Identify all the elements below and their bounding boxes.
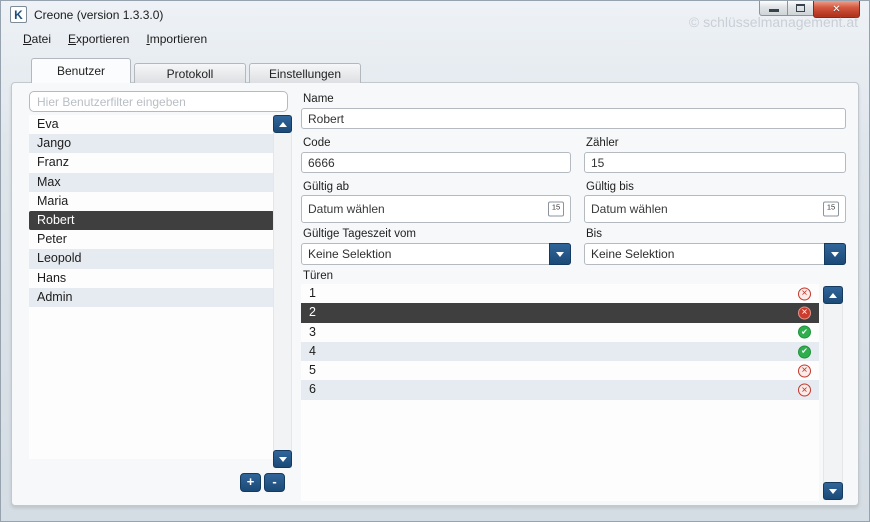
user-list-item[interactable]: Robert (29, 211, 274, 230)
user-list-item[interactable]: Maria (29, 192, 274, 211)
add-user-button[interactable]: + (240, 473, 261, 492)
daytime-from-dropdown[interactable]: Keine Selektion (301, 243, 571, 265)
door-number: 2 (309, 305, 316, 319)
user-list-item[interactable]: Leopold (29, 249, 274, 268)
maximize-icon (796, 4, 805, 12)
door-row[interactable]: 1✕ (301, 284, 819, 303)
doors-list: 1✕2✕3✔4✔5✕6✕ (301, 284, 819, 501)
doors-scroll-down-button[interactable] (823, 482, 843, 500)
chevron-down-icon (831, 252, 839, 257)
menubar: Datei Exportieren Importieren (23, 32, 207, 46)
doors-list-scrollbar[interactable] (823, 286, 843, 500)
code-label: Code (303, 137, 331, 149)
access-granted-icon: ✔ (798, 345, 811, 358)
counter-label: Zähler (586, 137, 619, 149)
tab-einstellungen[interactable]: Einstellungen (249, 63, 361, 83)
calendar-icon-day: 15 (549, 203, 563, 212)
user-list-item[interactable]: Peter (29, 230, 274, 249)
name-label: Name (303, 93, 334, 105)
user-list-scroll-down-button[interactable] (273, 450, 292, 468)
access-denied-icon: ✕ (798, 364, 811, 377)
code-field[interactable] (301, 152, 571, 173)
daytime-from-value: Keine Selektion (308, 247, 391, 261)
arrow-down-icon (279, 457, 287, 462)
doors-label: Türen (303, 270, 333, 282)
valid-from-label: Gültig ab (303, 181, 349, 193)
chevron-down-icon (556, 252, 564, 257)
door-number: 4 (309, 344, 316, 358)
tab-protokoll[interactable]: Protokoll (134, 63, 246, 83)
door-row[interactable]: 4✔ (301, 342, 819, 361)
access-denied-icon: ✕ (798, 306, 811, 319)
valid-to-placeholder: Datum wählen (591, 202, 668, 216)
user-list-item[interactable]: Franz (29, 153, 274, 172)
doors-scroll-up-button[interactable] (823, 286, 843, 304)
calendar-icon-day: 15 (824, 203, 838, 212)
arrow-up-icon (829, 293, 837, 298)
app-icon-letter: K (14, 8, 23, 22)
door-number: 5 (309, 363, 316, 377)
watermark: © schlüsselmanagement.at (689, 14, 858, 30)
calendar-icon[interactable]: 15 (823, 202, 839, 217)
app-window: K Creone (version 1.3.3.0) ✕ © schlüssel… (0, 0, 870, 522)
dropdown-arrow-button[interactable] (549, 243, 571, 265)
calendar-icon[interactable]: 15 (548, 202, 564, 217)
user-list-item[interactable]: Hans (29, 269, 274, 288)
user-list-scroll-up-button[interactable] (273, 115, 292, 133)
user-list-scrollbar[interactable] (273, 115, 292, 468)
close-icon: ✕ (832, 4, 840, 15)
arrow-up-icon (279, 122, 287, 127)
door-row[interactable]: 6✕ (301, 380, 819, 399)
valid-from-placeholder: Datum wählen (308, 202, 385, 216)
menu-item-datei[interactable]: Datei (23, 32, 51, 46)
tab-strip: Benutzer Protokoll Einstellungen (31, 58, 361, 83)
remove-user-button[interactable]: - (264, 473, 285, 492)
user-list-item[interactable]: Admin (29, 288, 274, 307)
door-number: 3 (309, 325, 316, 339)
menu-item-importieren[interactable]: Importieren (146, 32, 207, 46)
user-list: EvaJangoFranzMaxMariaRobertPeterLeopoldH… (29, 115, 274, 459)
daytime-to-value: Keine Selektion (591, 247, 674, 261)
door-row[interactable]: 2✕ (301, 303, 819, 322)
valid-to-datepicker[interactable]: Datum wählen 15 (584, 195, 846, 223)
access-denied-icon: ✕ (798, 384, 811, 397)
app-icon: K (10, 6, 27, 23)
access-denied-icon: ✕ (798, 287, 811, 300)
user-list-item[interactable]: Max (29, 173, 274, 192)
access-granted-icon: ✔ (798, 326, 811, 339)
tab-benutzer[interactable]: Benutzer (31, 58, 131, 83)
name-field[interactable] (301, 108, 846, 129)
window-title: Creone (version 1.3.3.0) (34, 8, 163, 22)
daytime-from-label: Gültige Tageszeit vom (303, 228, 416, 240)
door-row[interactable]: 5✕ (301, 361, 819, 380)
valid-from-datepicker[interactable]: Datum wählen 15 (301, 195, 571, 223)
arrow-down-icon (829, 489, 837, 494)
valid-to-label: Gültig bis (586, 181, 634, 193)
door-number: 1 (309, 286, 316, 300)
user-list-item[interactable]: Jango (29, 134, 274, 153)
user-list-item[interactable]: Eva (29, 115, 274, 134)
menu-item-exportieren[interactable]: Exportieren (68, 32, 129, 46)
user-filter-input[interactable] (29, 91, 288, 112)
daytime-to-label: Bis (586, 228, 602, 240)
counter-field[interactable] (584, 152, 846, 173)
daytime-to-dropdown[interactable]: Keine Selektion (584, 243, 846, 265)
minimize-icon (769, 9, 779, 12)
door-number: 6 (309, 382, 316, 396)
door-row[interactable]: 3✔ (301, 323, 819, 342)
dropdown-arrow-button[interactable] (824, 243, 846, 265)
